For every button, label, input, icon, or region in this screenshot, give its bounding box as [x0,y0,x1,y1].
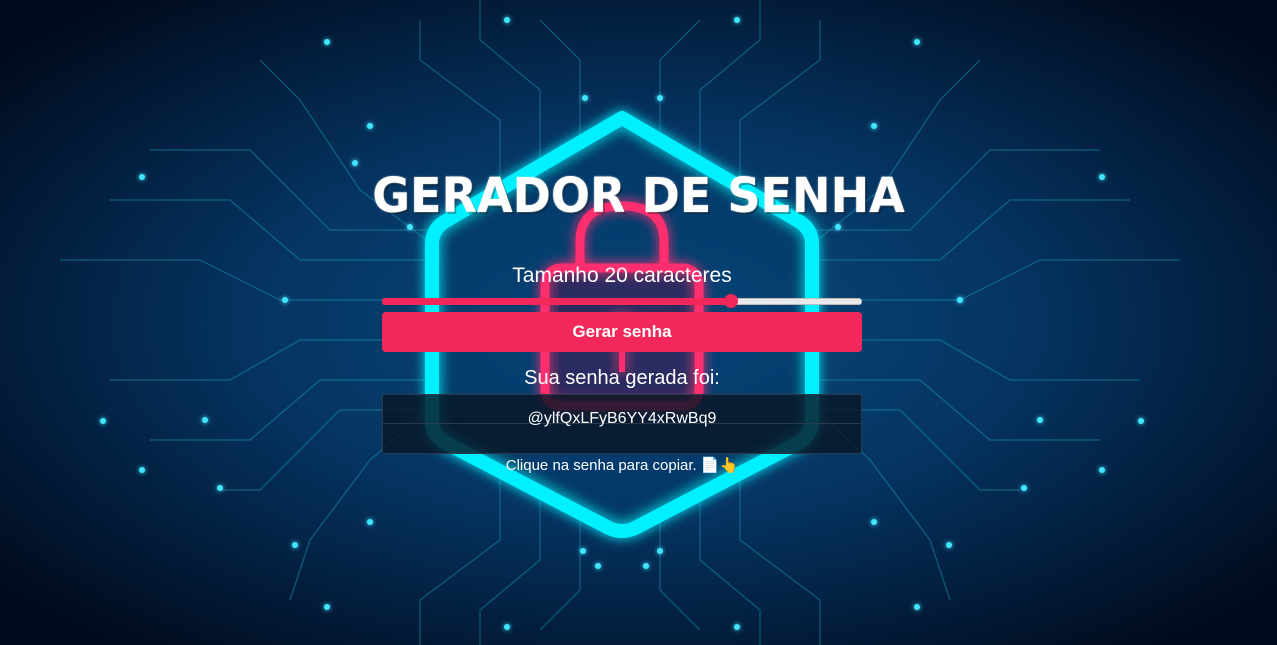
slider-thumb[interactable] [724,294,738,308]
password-text[interactable]: @ylfQxLFyB6YY4xRwBq9 [383,410,861,428]
length-label: Tamanho 20 caracteres [512,264,732,287]
result-label: Sua senha gerada foi: [524,367,720,389]
page: GERADOR DE SENHA Tamanho 20 caracteres G… [0,0,1277,645]
page-title: GERADOR DE SENHA [372,168,905,224]
copy-hint: Clique na senha para copiar. 📄👆 [505,457,739,474]
slider-fill [382,298,731,305]
generate-password-button[interactable]: Gerar senha [382,312,862,352]
length-slider[interactable] [382,294,862,308]
password-output[interactable]: @ylfQxLFyB6YY4xRwBq9 [382,394,862,454]
